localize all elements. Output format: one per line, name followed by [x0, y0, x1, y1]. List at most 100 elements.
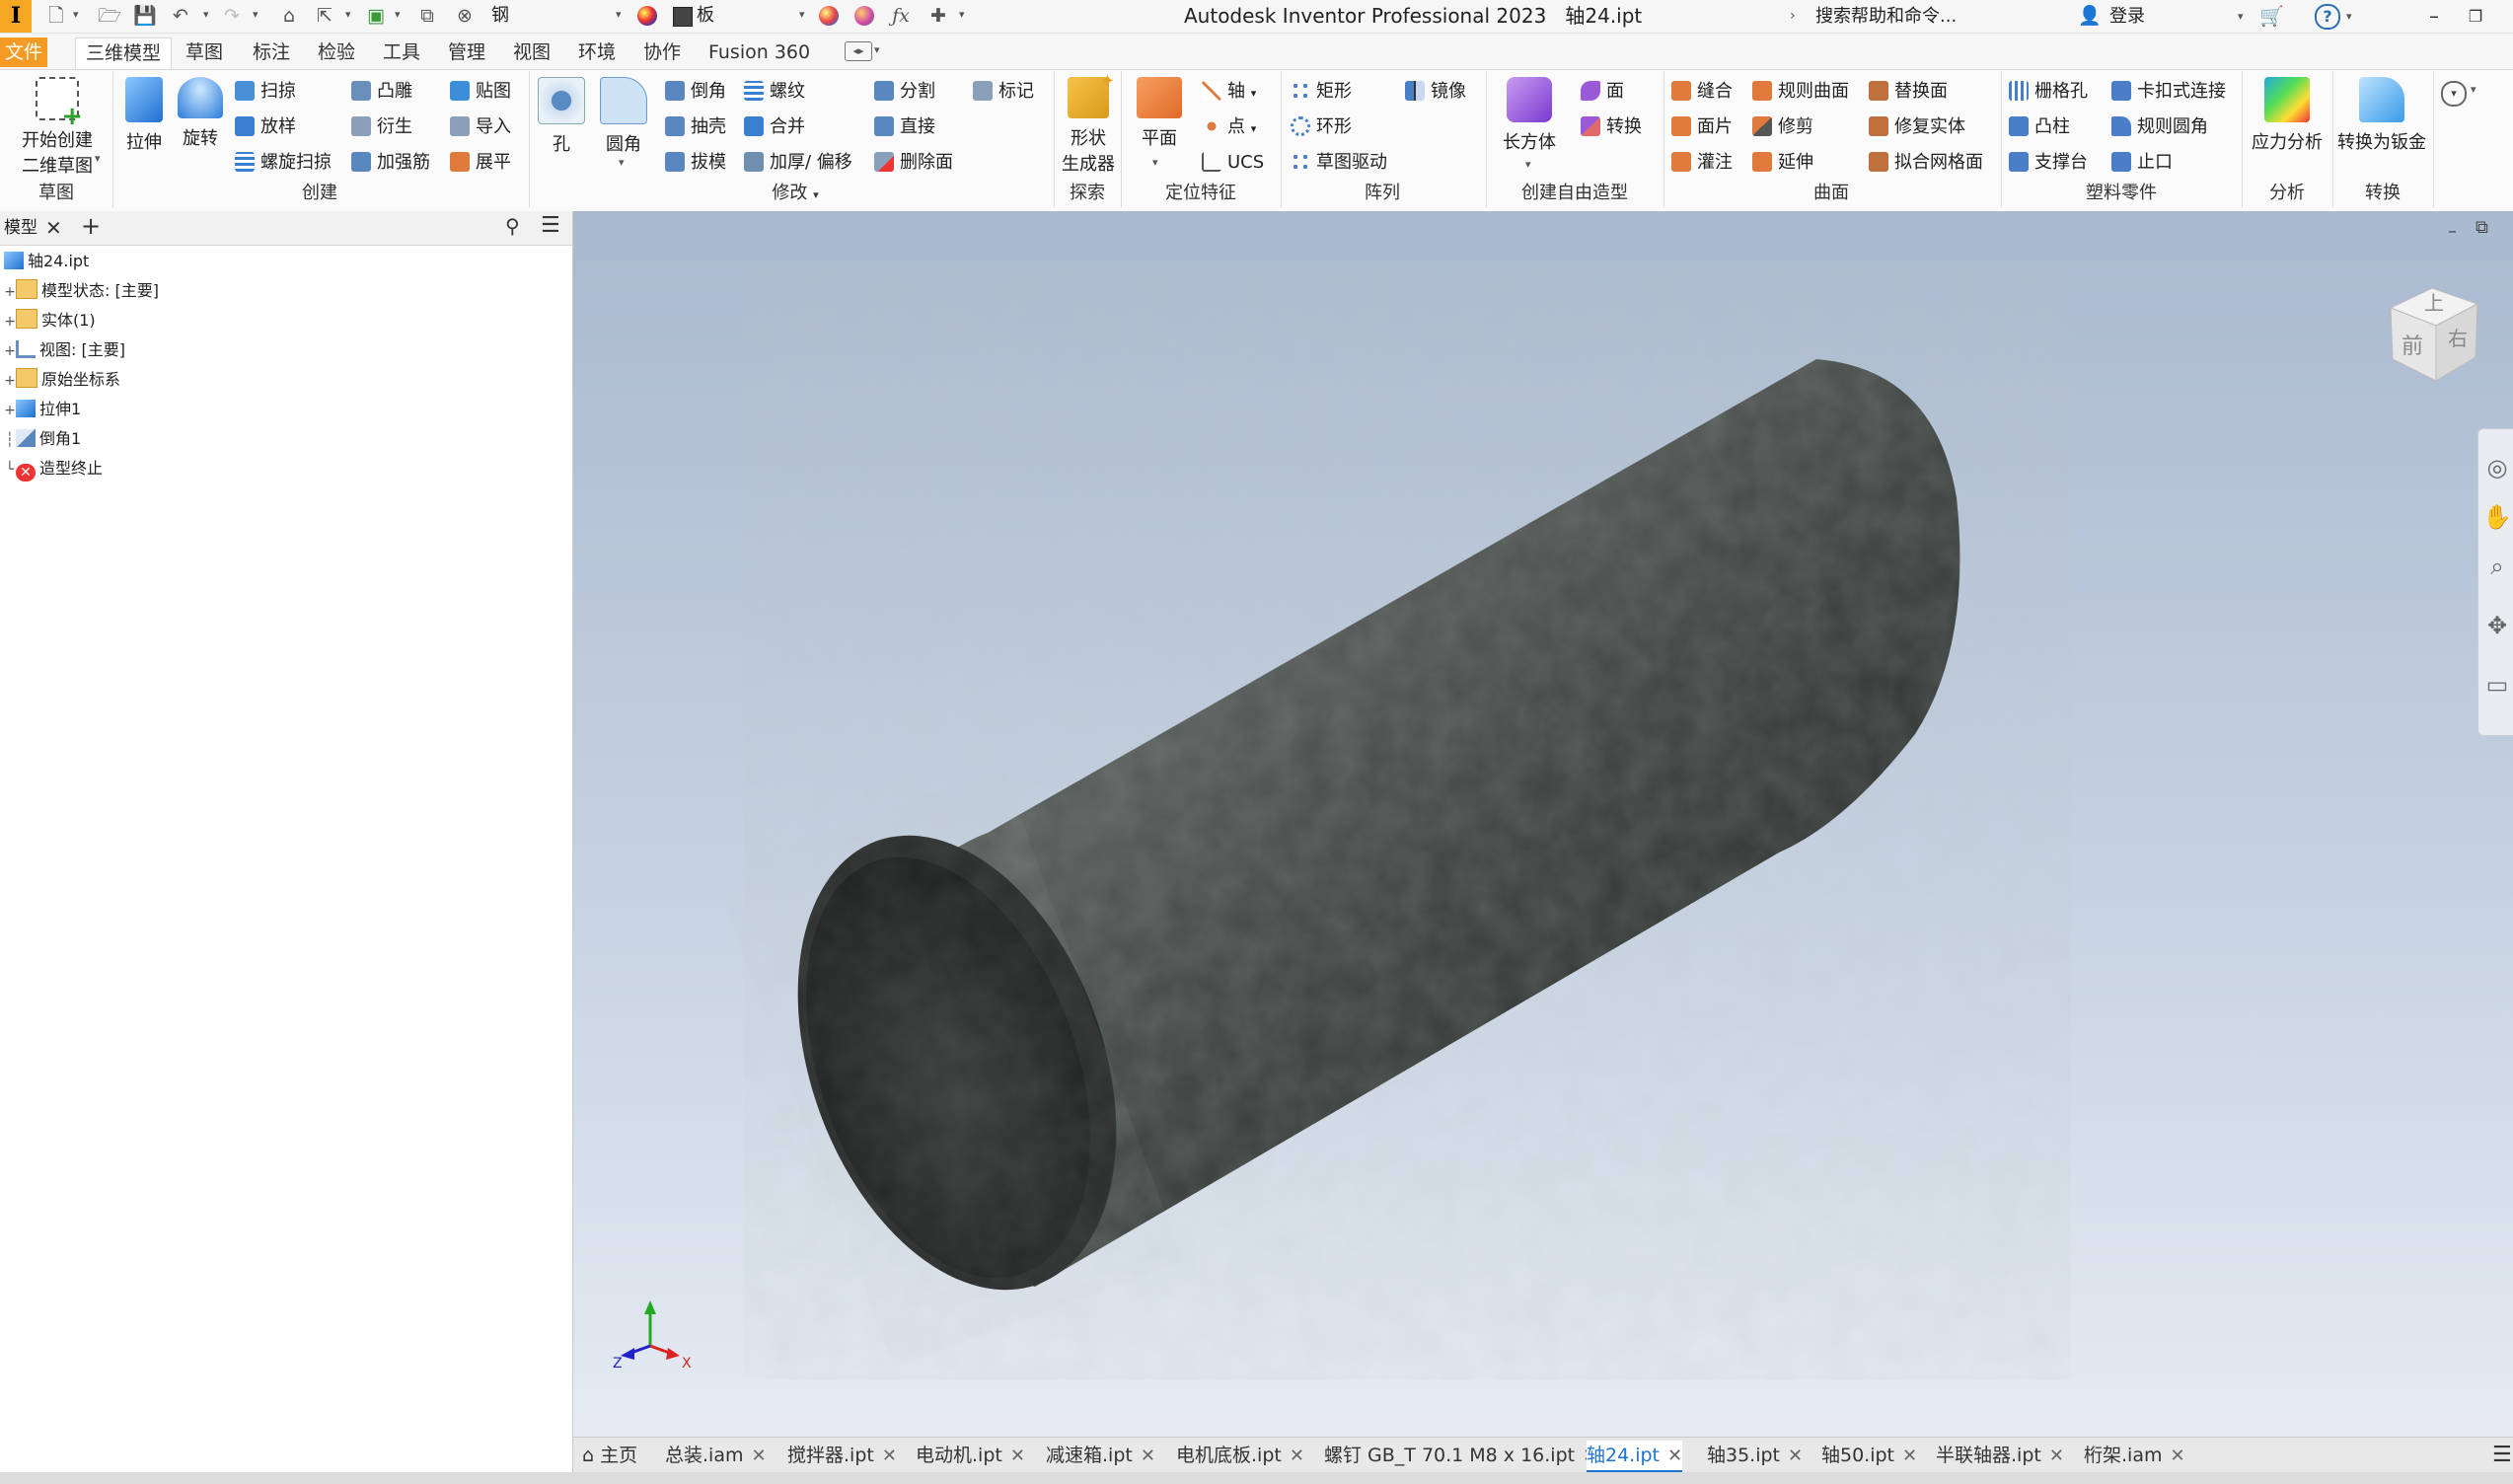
- thicken-offset-button[interactable]: 加厚/ 偏移: [744, 148, 852, 178]
- doc-tabs-menu-icon[interactable]: ☰: [2492, 1441, 2512, 1470]
- login-dropdown-icon[interactable]: ▾: [2238, 0, 2244, 33]
- freeform-box-button[interactable]: 长方体: [1492, 77, 1567, 154]
- hole-button[interactable]: 孔: [535, 77, 588, 156]
- draft-button[interactable]: 拔模: [665, 148, 726, 178]
- tab-view[interactable]: 视图: [503, 37, 560, 67]
- iproperties-icon[interactable]: ⊗: [452, 4, 478, 28]
- coil-button[interactable]: 螺旋扫掠: [235, 148, 332, 178]
- viewport-minimize-icon[interactable]: –: [2448, 221, 2457, 242]
- tab-sketch[interactable]: 草图: [176, 37, 233, 67]
- freeform-convert-button[interactable]: 转换: [1581, 112, 1642, 142]
- adjust-appearance-icon[interactable]: [819, 6, 839, 26]
- tree-item-solid-bodies[interactable]: + 实体(1): [4, 306, 96, 335]
- shape-generator-button[interactable]: ✦ 形状 生成器: [1060, 71, 1117, 176]
- update-dropdown-icon[interactable]: ▾: [395, 8, 401, 21]
- panel-label-modify[interactable]: 修改 ▾: [529, 182, 1062, 205]
- rib-button[interactable]: 加强筋: [351, 148, 430, 178]
- tab-annotate[interactable]: 标注: [243, 37, 300, 67]
- tab-tools[interactable]: 工具: [373, 37, 430, 67]
- axis-button[interactable]: 轴 ▾: [1202, 77, 1256, 107]
- import-button[interactable]: 导入: [450, 112, 511, 142]
- pan-hand-icon[interactable]: ✋: [2477, 497, 2513, 537]
- repair-bodies-button[interactable]: 修复实体: [1869, 112, 1965, 142]
- tab-inspect[interactable]: 检验: [308, 37, 365, 67]
- plus-icon[interactable]: ✚: [925, 4, 951, 28]
- fillet-button[interactable]: 圆角: [592, 77, 655, 156]
- thread-button[interactable]: 螺纹: [744, 77, 805, 107]
- graphics-viewport[interactable]: 上 前 右 – ⧉ ◎ ✋ ⌕ ✥ ▭ X Y Z: [573, 211, 2513, 1437]
- home-tab[interactable]: ⌂ 主页: [582, 1441, 637, 1470]
- help-dropdown-icon[interactable]: ▾: [2346, 0, 2352, 33]
- sketch-dropdown-icon[interactable]: ▾: [95, 152, 101, 165]
- orbit-icon[interactable]: ✥: [2477, 606, 2513, 645]
- viewcube[interactable]: 上 前 右: [2381, 280, 2489, 389]
- patch-button[interactable]: 面片: [1671, 112, 1733, 142]
- close-tab-icon[interactable]: ✕: [1902, 1446, 1917, 1466]
- tab-file[interactable]: 文件: [0, 37, 47, 67]
- expand-icon[interactable]: +: [4, 366, 16, 396]
- home-icon[interactable]: ⌂: [276, 4, 302, 28]
- redo-icon[interactable]: ↷: [219, 4, 245, 28]
- viewport-restore-icon[interactable]: ⧉: [2476, 217, 2488, 238]
- emboss-button[interactable]: 凸雕: [351, 77, 412, 107]
- login-label[interactable]: 登录: [2109, 0, 2145, 33]
- clear-appearance-icon[interactable]: [854, 6, 874, 26]
- stress-analysis-button[interactable]: 应力分析: [2246, 77, 2328, 154]
- sketch-driven-pattern-button[interactable]: 草图驱动: [1291, 148, 1387, 178]
- split-button[interactable]: 分割: [874, 77, 935, 107]
- panel-toggle-dropdown-icon[interactable]: ▾: [874, 43, 880, 56]
- tree-root[interactable]: 轴24.ipt: [4, 247, 89, 276]
- mark-button[interactable]: 标记: [973, 77, 1034, 107]
- browser-tab-model[interactable]: 模型: [4, 215, 37, 241]
- stitch-button[interactable]: 缝合: [1671, 77, 1733, 107]
- close-tab-icon[interactable]: ✕: [2049, 1446, 2064, 1466]
- grill-button[interactable]: 栅格孔: [2009, 77, 2088, 107]
- close-tab-icon[interactable]: ✕: [1788, 1446, 1803, 1466]
- ribbon-options-icon[interactable]: ▾: [2441, 81, 2467, 107]
- rectangular-pattern-button[interactable]: 矩形: [1291, 77, 1352, 107]
- close-tab-icon[interactable]: ✕: [1667, 1446, 1682, 1466]
- tree-item-extrusion1[interactable]: + 拉伸1: [4, 395, 81, 424]
- tree-item-model-state[interactable]: + 模型状态: [主要]: [4, 276, 159, 306]
- point-button[interactable]: 点 ▾: [1202, 112, 1256, 142]
- update-icon[interactable]: ▣: [363, 4, 389, 28]
- expand-icon[interactable]: +: [4, 336, 16, 366]
- decal-button[interactable]: 贴图: [450, 77, 511, 107]
- lip-button[interactable]: 止口: [2111, 148, 2173, 178]
- tab-environments[interactable]: 环境: [568, 37, 626, 67]
- select-dropdown-icon[interactable]: ▾: [345, 8, 351, 21]
- tab-collaborate[interactable]: 协作: [633, 37, 691, 67]
- open-folder-icon[interactable]: 🗁: [97, 4, 122, 28]
- sculpt-button[interactable]: 灌注: [1671, 148, 1733, 178]
- doc-tab[interactable]: 减速箱.ipt ✕: [1046, 1441, 1155, 1470]
- tree-item-view[interactable]: + 视图: [主要]: [4, 335, 125, 365]
- select-icon[interactable]: ⇱: [312, 4, 337, 28]
- doc-tab[interactable]: 螺钉 GB_T 70.1 M8 x 16.ipt✕: [1324, 1441, 1597, 1470]
- add-browser-tab-icon[interactable]: +: [81, 213, 101, 239]
- delete-face-button[interactable]: 删除面: [874, 148, 953, 178]
- tab-manage[interactable]: 管理: [438, 37, 495, 67]
- shell-button[interactable]: 抽壳: [665, 112, 726, 142]
- viewcube-right-label[interactable]: 右: [2448, 327, 2468, 350]
- start-2d-sketch-button[interactable]: + 开始创建 二维草图: [10, 77, 105, 178]
- freeform-face-button[interactable]: 面: [1581, 77, 1624, 107]
- combine-button[interactable]: 合并: [744, 112, 805, 142]
- doc-tab[interactable]: 电动机.ipt ✕: [916, 1441, 1025, 1470]
- steering-wheel-icon[interactable]: ◎: [2477, 448, 2513, 487]
- extrude-button[interactable]: 拉伸: [118, 77, 170, 154]
- convert-to-sheet-metal-button[interactable]: 转换为钣金: [2334, 77, 2429, 154]
- viewcube-front-label[interactable]: 前: [2402, 334, 2423, 359]
- direct-edit-button[interactable]: 直接: [874, 112, 935, 142]
- ruled-surface-button[interactable]: 规则曲面: [1752, 77, 1849, 107]
- viewcube-top-label[interactable]: 上: [2424, 291, 2444, 315]
- doc-tab[interactable]: 电机底板.ipt ✕: [1176, 1441, 1304, 1470]
- doc-tab-active[interactable]: 轴24.ipt ✕: [1587, 1441, 1683, 1473]
- close-tab-icon[interactable]: ✕: [882, 1446, 897, 1466]
- close-tab-icon[interactable]: ✕: [1290, 1446, 1304, 1466]
- tree-item-chamfer1[interactable]: ┆ 倒角1: [4, 424, 81, 454]
- user-icon[interactable]: 👤: [2078, 0, 2102, 33]
- ribbon-options-dropdown-icon[interactable]: ▾: [2471, 83, 2476, 96]
- tab-fusion-360[interactable]: Fusion 360: [699, 37, 820, 67]
- new-file-icon[interactable]: 🗋: [43, 4, 69, 28]
- zoom-icon[interactable]: ⌕: [2477, 547, 2513, 586]
